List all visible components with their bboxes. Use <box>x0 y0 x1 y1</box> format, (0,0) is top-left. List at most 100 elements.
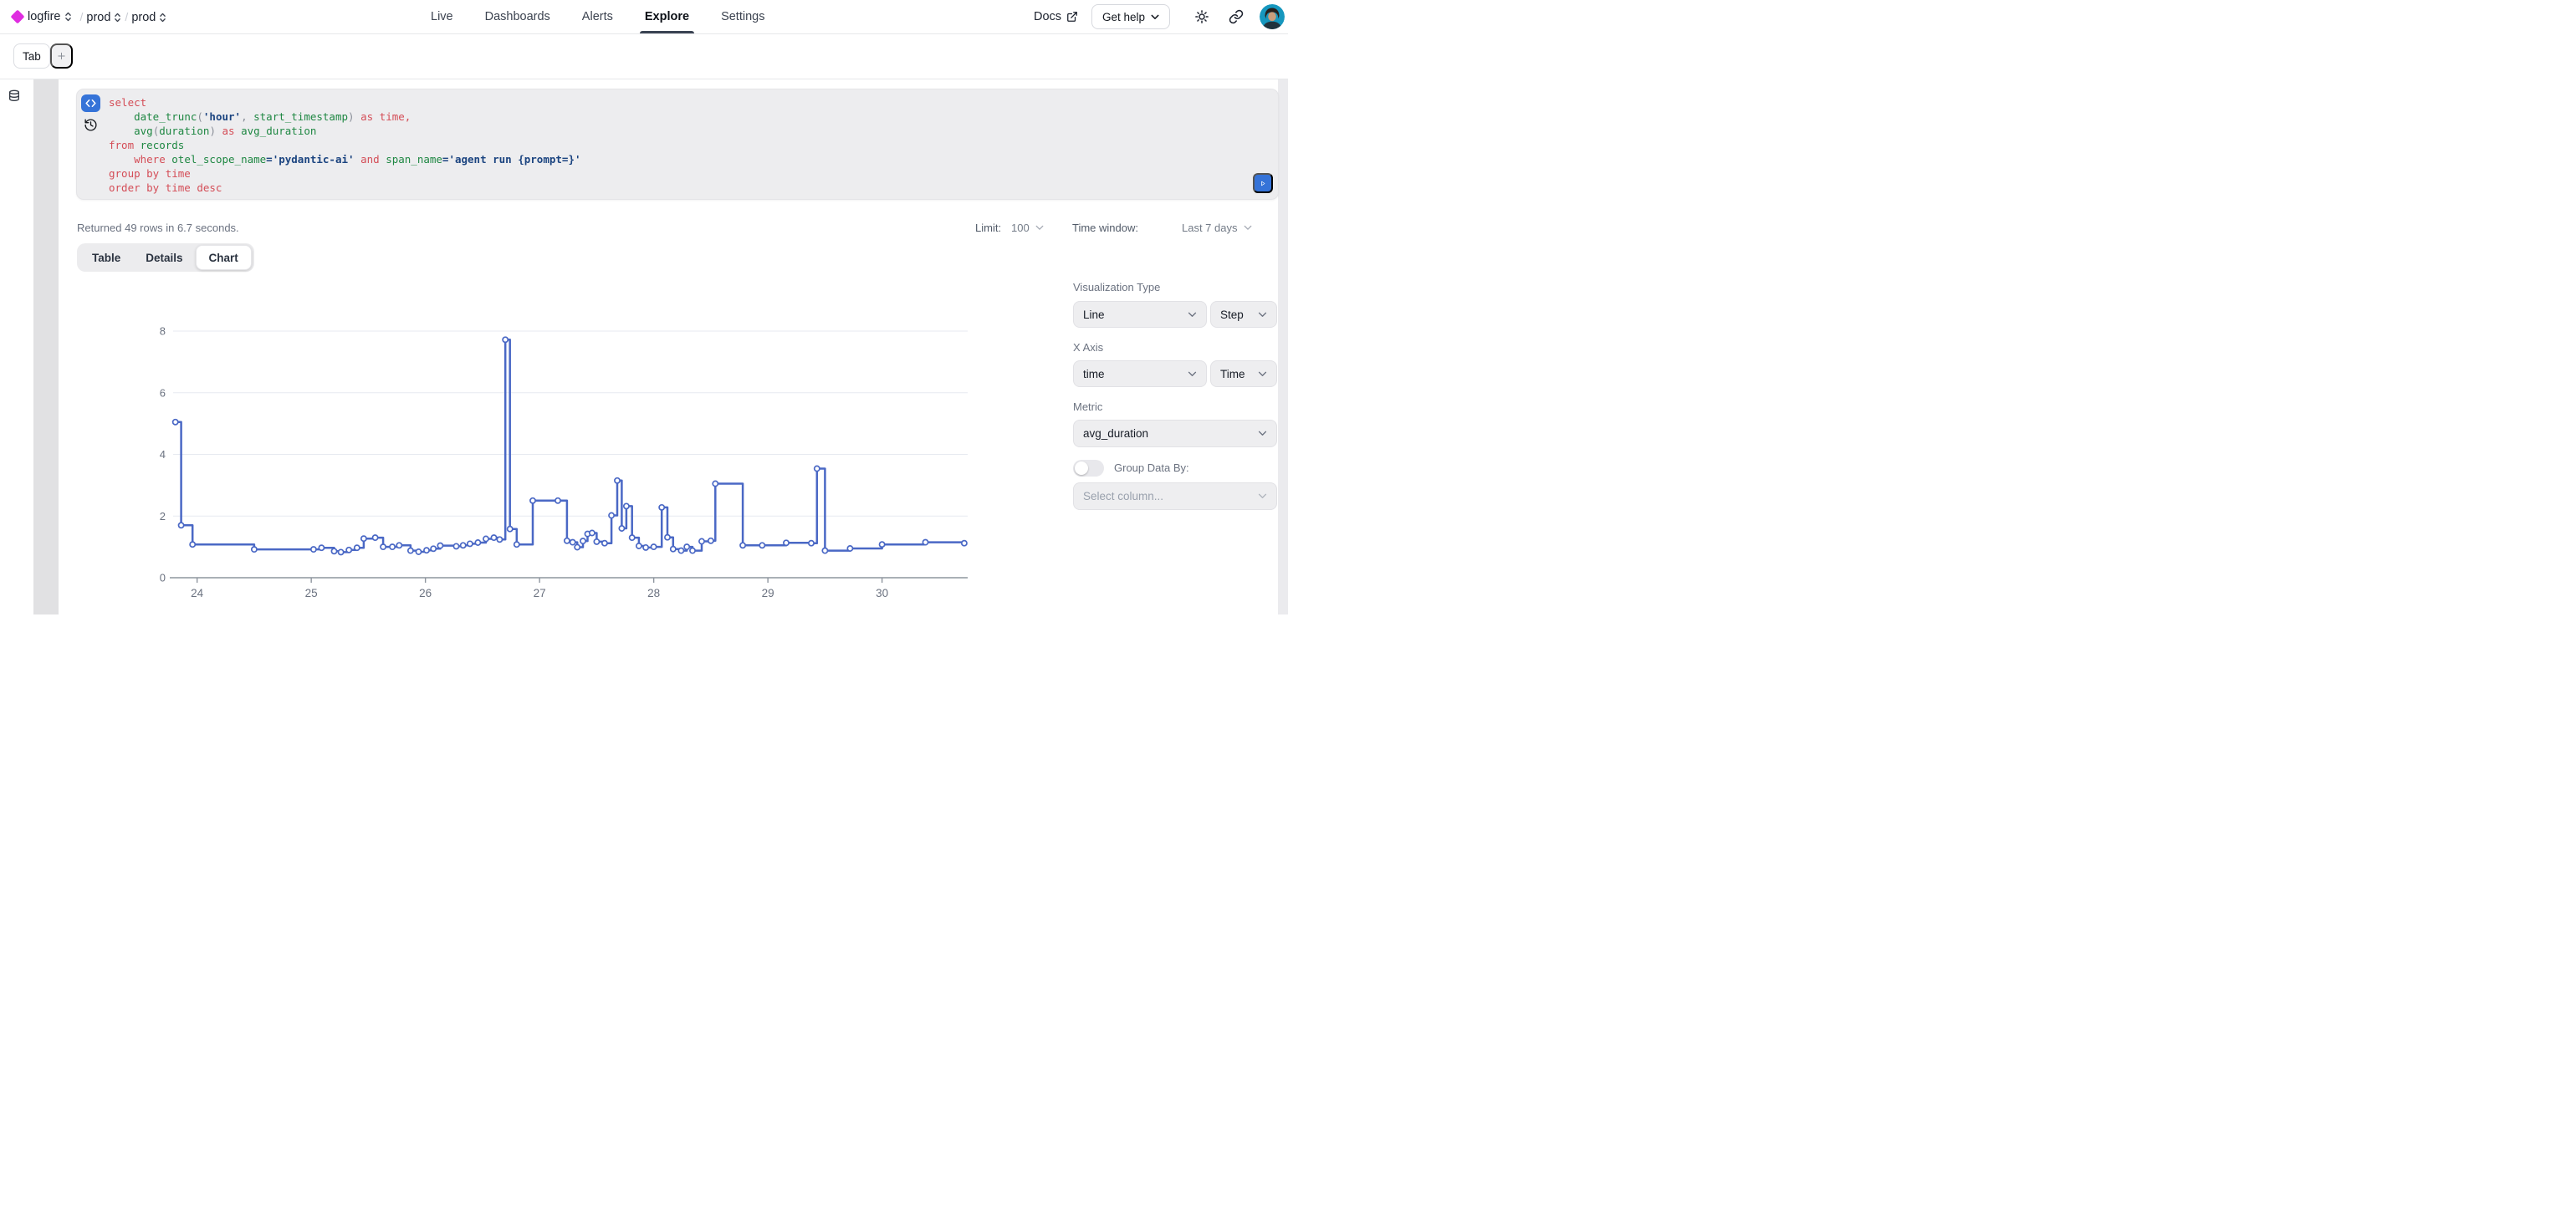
query-tab[interactable]: Tab <box>13 43 50 69</box>
data-point-marker[interactable] <box>355 545 360 550</box>
org-selector[interactable]: logfire <box>28 10 72 23</box>
data-point-marker[interactable] <box>361 536 366 541</box>
data-point-marker[interactable] <box>346 548 351 553</box>
metric-select[interactable]: avg_duration <box>1073 420 1277 447</box>
data-point-marker[interactable] <box>636 543 641 548</box>
nav-item-explore[interactable]: Explore <box>645 0 689 33</box>
data-point-marker[interactable] <box>339 549 344 554</box>
line-style-select[interactable]: Step <box>1210 301 1277 328</box>
left-scrollbar[interactable] <box>33 79 59 614</box>
theme-toggle-sun-icon[interactable] <box>1194 9 1209 24</box>
add-tab-button[interactable] <box>50 43 73 69</box>
data-point-marker[interactable] <box>809 541 814 546</box>
data-point-marker[interactable] <box>252 547 257 552</box>
x-axis-column-select[interactable]: time <box>1073 360 1207 387</box>
data-point-marker[interactable] <box>424 548 429 553</box>
data-point-marker[interactable] <box>602 541 607 546</box>
data-point-marker[interactable] <box>575 544 580 549</box>
user-avatar[interactable] <box>1260 4 1285 29</box>
data-point-marker[interactable] <box>923 540 928 545</box>
data-point-marker[interactable] <box>491 535 496 540</box>
x-axis-type-select[interactable]: Time <box>1210 360 1277 387</box>
data-point-marker[interactable] <box>847 546 852 551</box>
nav-item-live[interactable]: Live <box>431 0 453 33</box>
data-point-marker[interactable] <box>652 544 657 549</box>
copy-link-icon[interactable] <box>1229 9 1244 24</box>
data-point-marker[interactable] <box>468 541 473 546</box>
data-point-marker[interactable] <box>190 542 195 547</box>
group-data-by-toggle[interactable] <box>1073 460 1104 477</box>
data-point-marker[interactable] <box>311 547 316 552</box>
data-point-marker[interactable] <box>665 535 670 540</box>
nav-item-dashboards[interactable]: Dashboards <box>485 0 550 33</box>
data-point-marker[interactable] <box>671 547 676 552</box>
data-point-marker[interactable] <box>373 535 378 540</box>
visualization-type-select[interactable]: Line <box>1073 301 1207 328</box>
data-point-marker[interactable] <box>759 543 764 548</box>
data-point-marker[interactable] <box>615 478 620 483</box>
schema-database-icon[interactable] <box>8 89 21 107</box>
limit-select[interactable]: 100 <box>1011 222 1044 234</box>
data-point-marker[interactable] <box>690 548 695 553</box>
run-query-button[interactable] <box>1253 173 1273 193</box>
data-point-marker[interactable] <box>962 541 967 546</box>
data-point-marker[interactable] <box>461 543 466 548</box>
data-point-marker[interactable] <box>381 544 386 549</box>
data-point-marker[interactable] <box>594 539 599 544</box>
breadcrumb-0[interactable]: prod <box>86 11 121 24</box>
data-point-marker[interactable] <box>684 544 689 549</box>
data-point-marker[interactable] <box>508 527 513 532</box>
data-point-marker[interactable] <box>431 546 436 551</box>
data-point-marker[interactable] <box>319 545 324 550</box>
data-point-marker[interactable] <box>630 535 635 540</box>
sql-query-input[interactable]: select date_trunc('hour', start_timestam… <box>109 95 1245 196</box>
data-point-marker[interactable] <box>565 538 570 543</box>
data-point-marker[interactable] <box>609 513 614 518</box>
data-point-marker[interactable] <box>331 548 336 553</box>
data-point-marker[interactable] <box>555 498 560 503</box>
data-point-marker[interactable] <box>643 545 648 550</box>
breadcrumb-1[interactable]: prod <box>131 11 166 24</box>
group-by-column-select[interactable]: Select column... <box>1073 482 1277 510</box>
data-point-marker[interactable] <box>708 538 713 543</box>
data-point-marker[interactable] <box>880 542 885 547</box>
view-tab-details[interactable]: Details <box>133 246 195 269</box>
data-point-marker[interactable] <box>396 543 401 548</box>
time-window-select[interactable]: Last 7 days <box>1182 222 1252 234</box>
data-point-marker[interactable] <box>619 526 624 531</box>
docs-link[interactable]: Docs <box>1034 0 1078 33</box>
get-help-button[interactable]: Get help <box>1091 4 1170 29</box>
data-point-marker[interactable] <box>483 536 488 541</box>
data-point-marker[interactable] <box>624 503 629 508</box>
data-point-marker[interactable] <box>514 542 519 547</box>
query-history-button[interactable] <box>84 118 99 133</box>
right-scrollbar[interactable] <box>1278 79 1288 614</box>
data-point-marker[interactable] <box>678 548 683 553</box>
nav-item-settings[interactable]: Settings <box>721 0 764 33</box>
data-point-marker[interactable] <box>784 540 789 545</box>
nav-item-alerts[interactable]: Alerts <box>582 0 613 33</box>
data-point-marker[interactable] <box>659 505 664 510</box>
data-point-marker[interactable] <box>570 540 575 545</box>
data-point-marker[interactable] <box>173 420 178 425</box>
data-point-marker[interactable] <box>740 543 745 548</box>
data-point-marker[interactable] <box>416 549 421 554</box>
avg-duration-step-chart[interactable]: 0246824252627282930 <box>84 301 983 609</box>
data-point-marker[interactable] <box>530 498 535 503</box>
data-point-marker[interactable] <box>437 543 442 548</box>
data-point-marker[interactable] <box>179 523 184 528</box>
data-point-marker[interactable] <box>408 548 413 553</box>
data-point-marker[interactable] <box>475 540 480 545</box>
data-point-marker[interactable] <box>390 544 395 549</box>
view-tab-table[interactable]: Table <box>79 246 133 269</box>
data-point-marker[interactable] <box>503 337 508 342</box>
data-point-marker[interactable] <box>580 538 585 543</box>
data-point-marker[interactable] <box>713 481 718 486</box>
data-point-marker[interactable] <box>822 548 827 553</box>
data-point-marker[interactable] <box>497 537 502 542</box>
code-format-button[interactable] <box>81 94 100 112</box>
view-tab-chart[interactable]: Chart <box>196 245 252 270</box>
data-point-marker[interactable] <box>699 538 704 543</box>
data-point-marker[interactable] <box>815 466 820 471</box>
data-point-marker[interactable] <box>590 530 595 535</box>
